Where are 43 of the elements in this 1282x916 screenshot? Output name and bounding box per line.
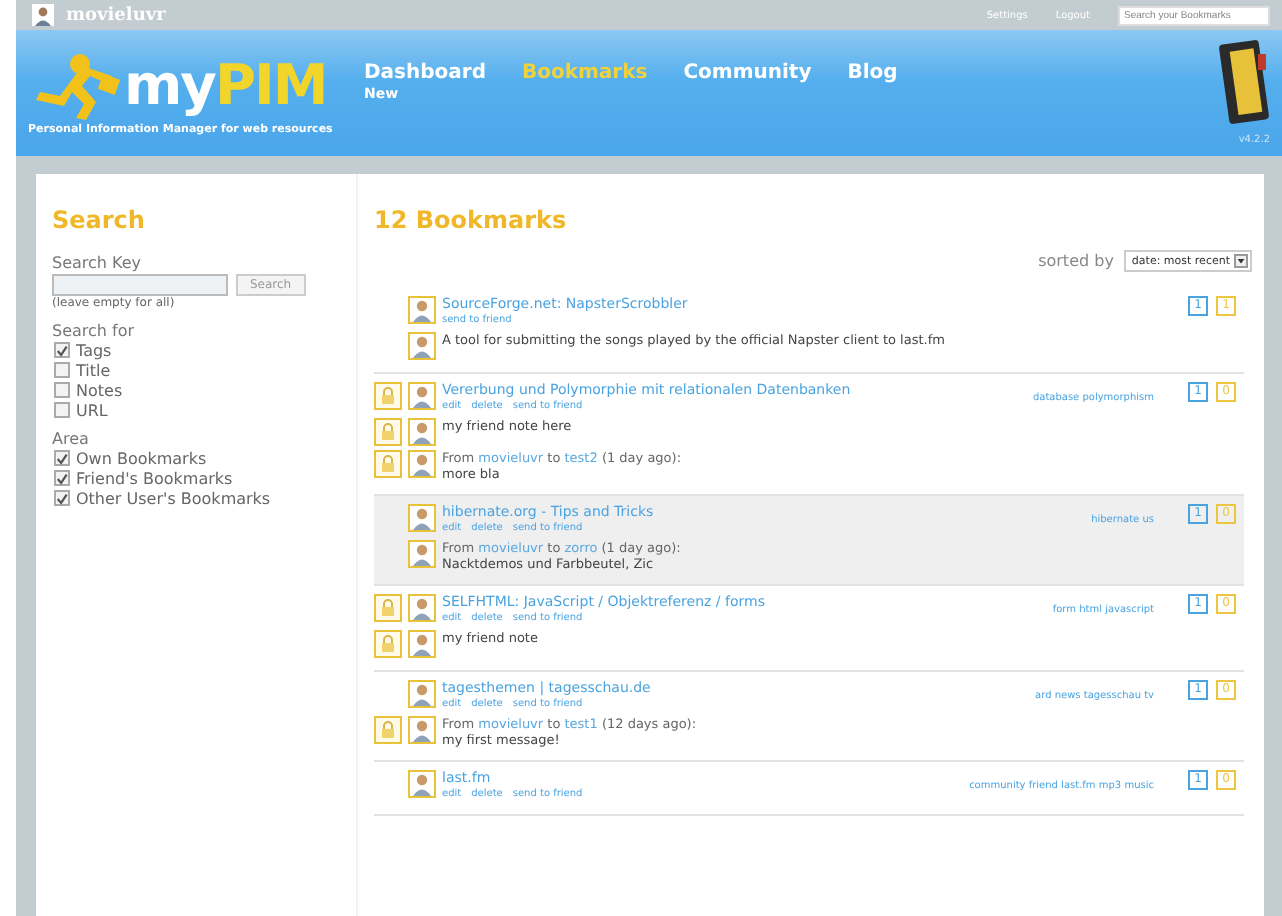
avatar-icon	[408, 332, 436, 360]
avatar-icon	[408, 450, 436, 478]
checkbox-label: Own Bookmarks	[76, 449, 207, 467]
checkbox[interactable]	[54, 342, 70, 358]
checkbox-label: Friend's Bookmarks	[76, 469, 233, 487]
avatar-icon	[408, 680, 436, 708]
dropdown-arrow-icon	[1234, 254, 1248, 268]
nav-tab[interactable]: Blog	[847, 62, 898, 84]
nav-tab[interactable]: Bookmarks	[522, 62, 648, 84]
avatar-icon	[408, 382, 436, 410]
check-icon	[56, 343, 68, 357]
avatar-icon	[408, 504, 436, 532]
nav-tab[interactable]: Community	[683, 62, 812, 84]
checkbox-label: Other User's Bookmarks	[76, 489, 271, 507]
sidebar-title: Search	[52, 206, 147, 234]
avatar-icon	[408, 716, 436, 744]
group-label: Search for	[52, 322, 137, 340]
avatar-icon	[408, 418, 436, 446]
nav-tab[interactable]: Dashboard	[364, 62, 486, 84]
avatar-icon	[408, 296, 436, 324]
checkbox-label: Notes	[76, 381, 123, 399]
field-label: Search Key	[52, 254, 144, 272]
checkbox[interactable]	[54, 490, 70, 506]
avatar-icon	[408, 630, 436, 658]
logo-text: myPIM	[124, 53, 327, 117]
avatar-icon	[408, 594, 436, 622]
search-key-field[interactable]	[52, 274, 228, 296]
checkbox[interactable]	[54, 362, 70, 378]
username: movieluvr	[66, 5, 166, 25]
checkbox-label: Title	[76, 361, 111, 379]
checkbox[interactable]	[54, 470, 70, 486]
checkbox[interactable]	[54, 450, 70, 466]
user-icon	[32, 4, 54, 26]
sort-label: sorted by	[1038, 252, 1114, 270]
avatar-icon	[408, 770, 436, 798]
checkbox-label: Tags	[76, 341, 112, 359]
checkbox-label: URL	[76, 401, 108, 419]
book-icon	[1218, 38, 1270, 126]
bookmarks-title: 12 Bookmarks	[374, 206, 569, 234]
avatar-icon	[408, 540, 436, 568]
checkbox[interactable]	[54, 402, 70, 418]
checkbox[interactable]	[54, 382, 70, 398]
group-label: Area	[52, 430, 91, 448]
